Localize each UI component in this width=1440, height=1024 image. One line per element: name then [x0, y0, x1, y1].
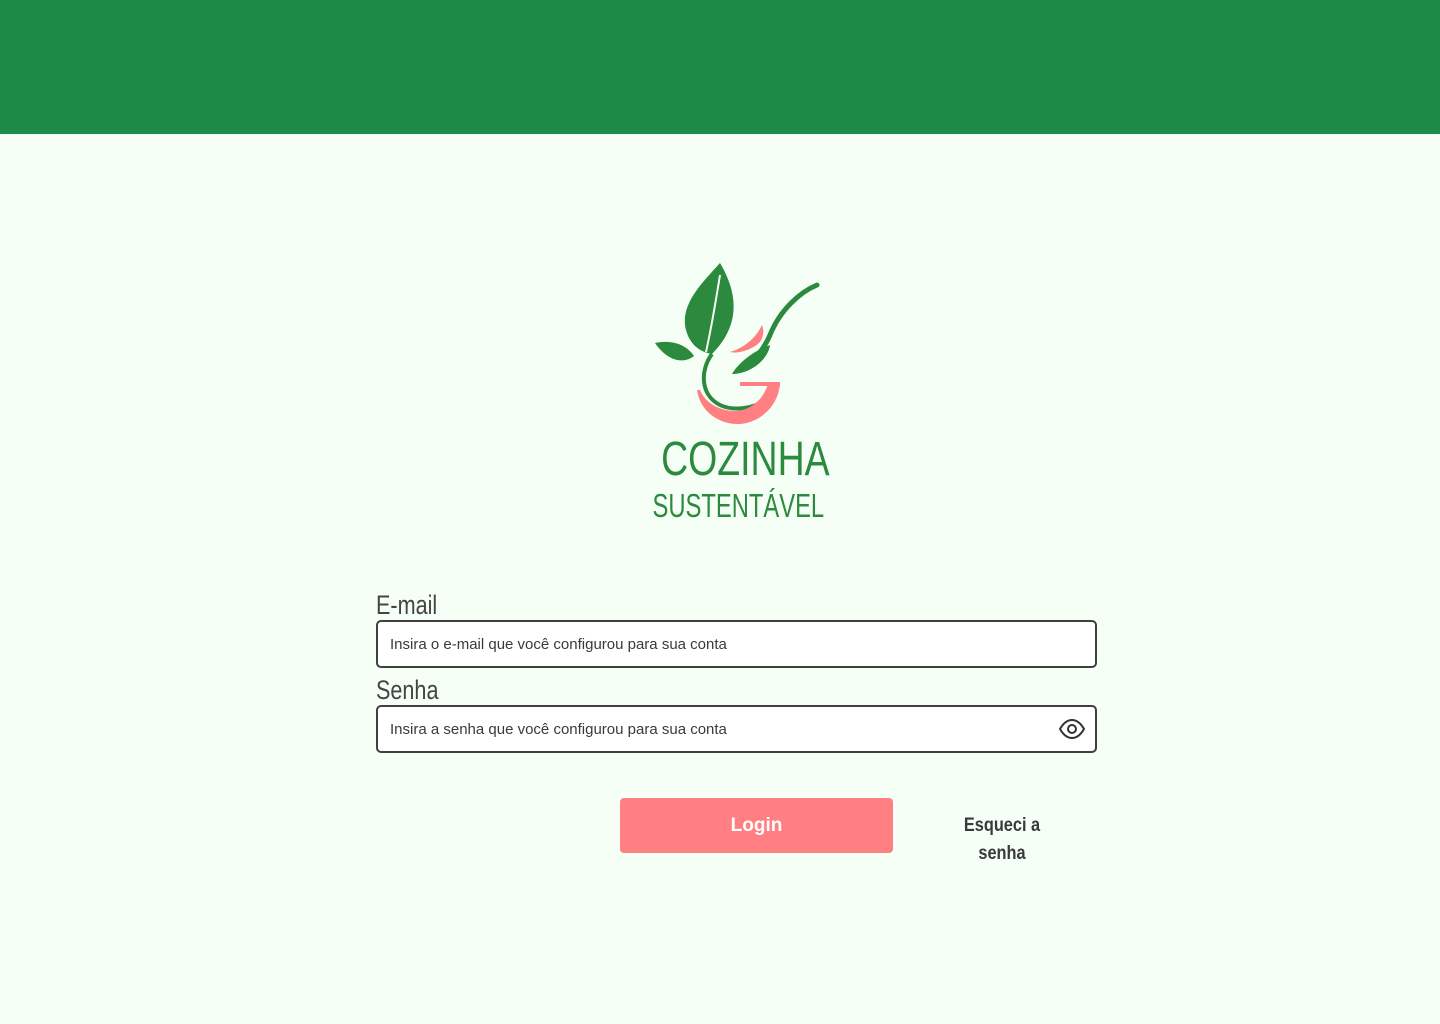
- password-label: Senha: [376, 675, 439, 705]
- brand-title: COZINHA: [661, 433, 830, 486]
- password-field[interactable]: [390, 707, 1050, 751]
- leaf-spoon-bowl-icon: [655, 263, 820, 425]
- email-label: E-mail: [376, 590, 438, 620]
- login-button[interactable]: Login: [620, 798, 893, 853]
- email-field-box: [376, 620, 1097, 668]
- email-field[interactable]: [390, 622, 1050, 666]
- brand-logo: COZINHA SUSTENTÁVEL: [640, 256, 832, 536]
- password-field-box: [376, 705, 1097, 753]
- eye-icon[interactable]: [1058, 717, 1086, 741]
- brand-subtitle: SUSTENTÁVEL: [652, 487, 825, 524]
- top-header-bar: [0, 0, 1440, 134]
- forgot-password-link[interactable]: Esqueci a senha: [940, 812, 1064, 868]
